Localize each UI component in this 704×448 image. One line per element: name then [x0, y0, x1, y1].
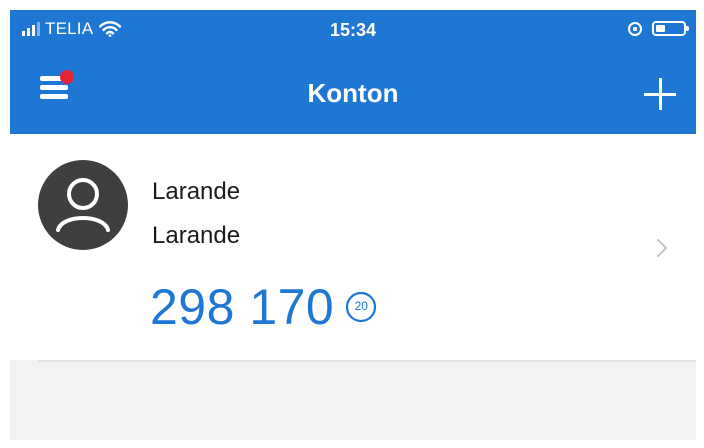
app-screen: TELIA 15:34 Konton Larande Larande 298 1… — [10, 10, 696, 440]
account-row[interactable]: Larande Larande 298 170 20 — [10, 134, 696, 360]
account-name: Larande — [152, 178, 241, 205]
status-right — [628, 21, 689, 36]
user-avatar-icon — [38, 160, 128, 250]
row-divider — [38, 360, 696, 362]
account-subname: Larande — [152, 222, 241, 249]
rotation-lock-icon — [628, 21, 642, 36]
add-account-button[interactable] — [640, 74, 680, 114]
countdown-timer-icon: 20 — [344, 290, 378, 324]
code-row: 298 170 20 — [150, 279, 378, 335]
status-time: 15:34 — [329, 20, 377, 40]
countdown-seconds: 20 — [354, 299, 368, 313]
app-header: TELIA 15:34 Konton — [10, 10, 696, 134]
one-time-code: 298 170 — [150, 279, 335, 335]
battery-level — [656, 25, 665, 32]
chevron-right-icon — [657, 239, 667, 257]
page-title: Konton — [307, 78, 399, 108]
battery-icon — [652, 21, 689, 36]
status-bar: TELIA 15:34 — [10, 10, 696, 54]
